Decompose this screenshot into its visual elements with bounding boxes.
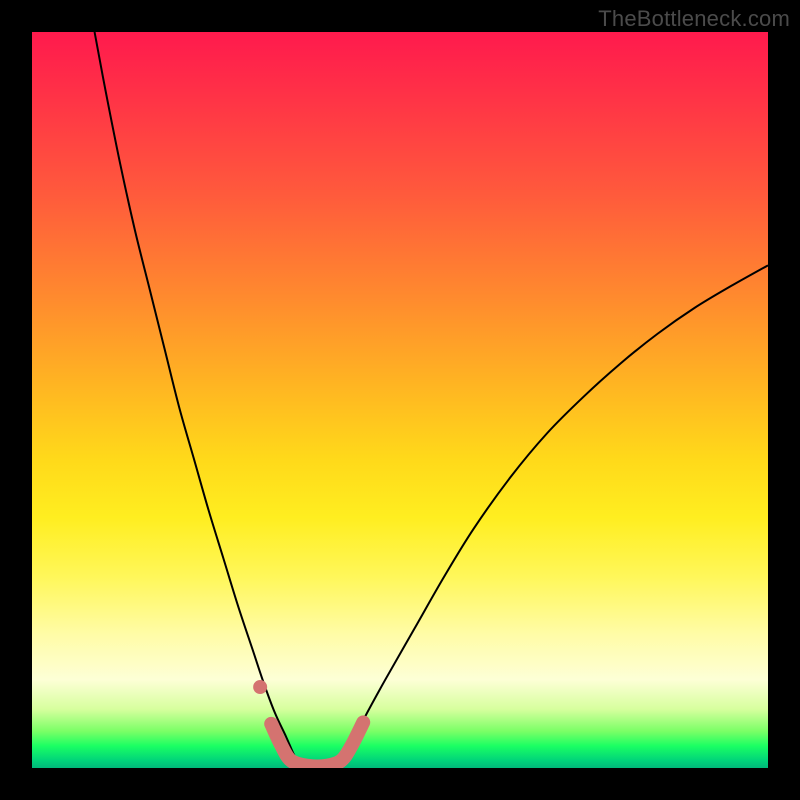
left-curve xyxy=(95,32,300,764)
chart-svg xyxy=(32,32,768,768)
bottom-marker-dot xyxy=(253,680,267,694)
bottom-marker-stroke xyxy=(271,722,363,766)
watermark-text: TheBottleneck.com xyxy=(598,6,790,32)
right-curve xyxy=(337,265,768,764)
plot-area xyxy=(32,32,768,768)
chart-frame: TheBottleneck.com xyxy=(0,0,800,800)
